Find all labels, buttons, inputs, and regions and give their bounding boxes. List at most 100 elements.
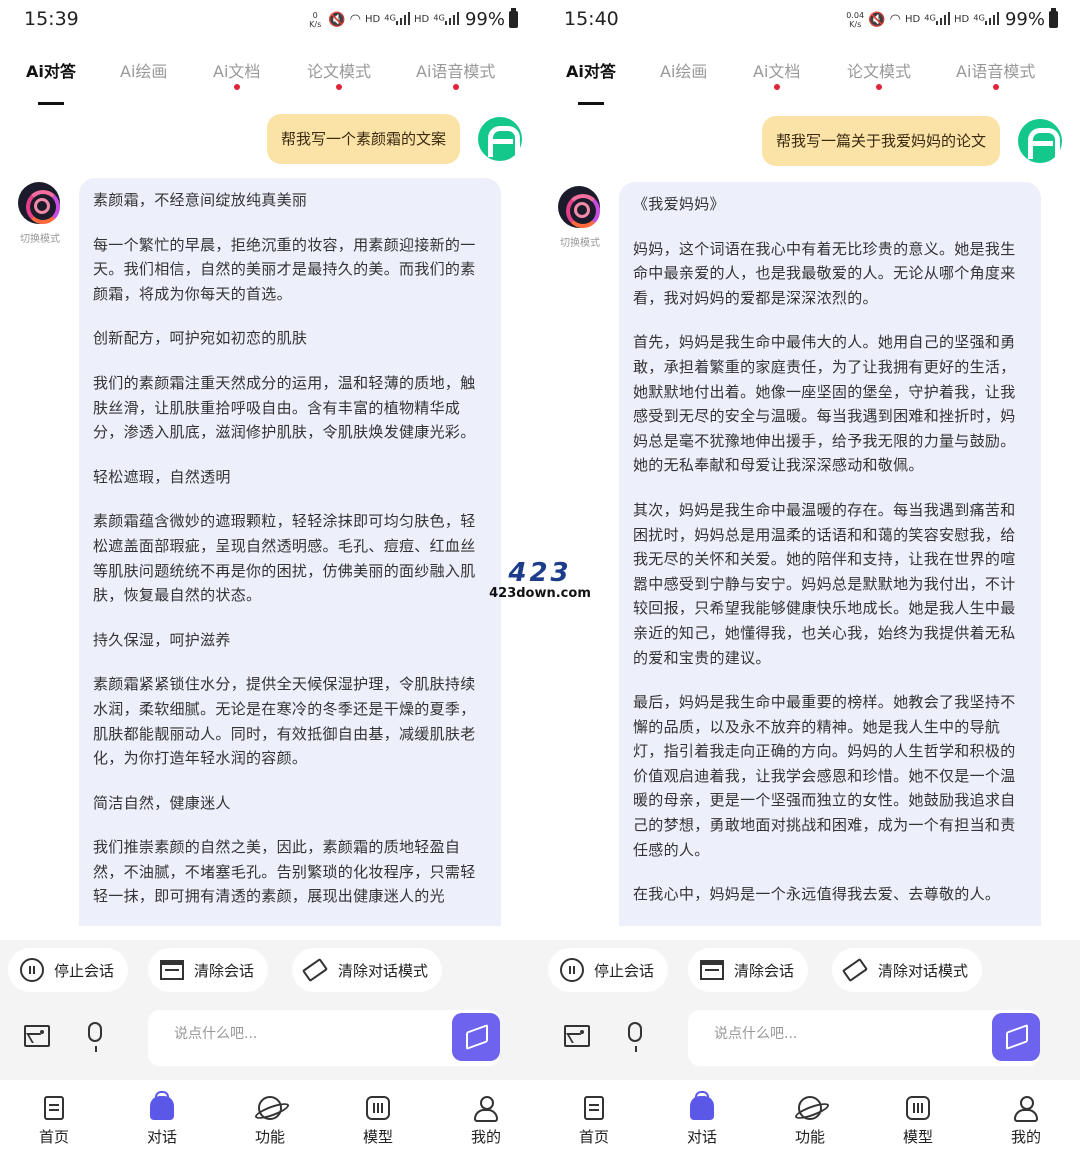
clear-dialog-mode-button[interactable]: 清除对话模式: [832, 948, 983, 992]
pause-circle-icon: [560, 958, 584, 982]
image-icon[interactable]: [24, 1025, 50, 1047]
active-tab-indicator: [577, 102, 604, 105]
tab-dot: [336, 84, 342, 90]
wifi-icon: ◠: [349, 12, 361, 27]
nav-home[interactable]: 首页: [24, 1096, 84, 1147]
bot-paragraph: 简洁自然，健康迷人: [93, 793, 231, 812]
action-bar: 停止会话 清除会话 清除对话模式: [0, 940, 540, 1000]
microphone-icon[interactable]: [628, 1022, 642, 1052]
phone-screen-left: 15:39 0 K/s 🔇 ◠ HD 4G HD 4G 99% Ai对答 Ai绘画…: [0, 0, 540, 1159]
bot-avatar[interactable]: [558, 186, 600, 228]
bot-paragraph: 每一个繁忙的早晨，拒绝沉重的妆容，用素颜迎接新的一天。我们相信，自然的美丽才是最…: [93, 235, 476, 303]
user-message-row: 帮我写一篇关于我爱妈妈的论文: [761, 114, 1062, 168]
stop-session-button[interactable]: 停止会话: [548, 948, 669, 992]
tab-ai-drawing[interactable]: Ai绘画: [120, 58, 167, 82]
nav-mine[interactable]: 我的: [456, 1096, 516, 1147]
bot-avatar[interactable]: [18, 182, 60, 224]
signal-icon-1: 4G: [924, 11, 950, 28]
phone-screen-right: 15:40 0.04 K/s 🔇 ◠ HD 4G HD 4G 99% Ai对答 A…: [540, 0, 1080, 1159]
tab-paper-mode[interactable]: 论文模式: [847, 58, 911, 90]
planet-icon: [258, 1096, 282, 1120]
model-icon: [906, 1096, 930, 1120]
nav-features[interactable]: 功能: [240, 1096, 300, 1147]
status-bar: 15:40 0.04 K/s 🔇 ◠ HD 4G HD 4G 99%: [540, 0, 1080, 40]
network-speed: 0.04 K/s: [846, 10, 865, 29]
message-input[interactable]: [714, 1026, 974, 1042]
nav-chat[interactable]: 对话: [132, 1091, 192, 1147]
action-bar: 停止会话 清除会话 清除对话模式: [540, 940, 1080, 1000]
tab-ai-qa[interactable]: Ai对答: [26, 58, 76, 105]
bot-paragraph: 最后，妈妈是我生命中最重要的榜样。她教会了我坚持不懈的品质，以及永不放弃的精神。…: [633, 693, 1016, 859]
tab-dot: [876, 84, 882, 90]
tab-ai-voice-mode[interactable]: Ai语音模式: [416, 58, 495, 90]
bot-paragraph: 妈妈，这个词语在我心中有着无比珍贵的意义。她是我生命中最亲爱的人，也是我最敬爱的…: [633, 239, 1016, 307]
nav-features[interactable]: 功能: [780, 1096, 840, 1147]
user-avatar[interactable]: [478, 117, 522, 161]
switch-mode-label[interactable]: 切换模式: [550, 234, 610, 249]
network-speed: 0 K/s: [309, 10, 322, 29]
bot-message-bubble: 《我爱妈妈》 妈妈，这个词语在我心中有着无比珍贵的意义。她是我生命中最亲爱的人，…: [619, 182, 1041, 926]
user-avatar[interactable]: [1018, 119, 1062, 163]
mute-icon: 🔇: [328, 11, 346, 28]
microphone-icon[interactable]: [88, 1022, 102, 1052]
clear-session-button[interactable]: 清除会话: [688, 948, 809, 992]
bottom-nav: 首页 对话 功能 模型 我的: [0, 1080, 540, 1159]
bot-paragraph: 我们推崇素颜的自然之美，因此，素颜霜的质地轻盈自然，不油腻，不堵塞毛孔。告别繁琐…: [93, 838, 476, 906]
trash-icon: [160, 960, 184, 980]
image-icon[interactable]: [564, 1025, 590, 1047]
status-icons: 0 K/s 🔇 ◠ HD 4G HD 4G 99%: [306, 8, 518, 30]
battery-percent: 99%: [464, 9, 505, 30]
bot-paragraph: 在我心中，妈妈是一个永远值得我去爱、去尊敬的人。: [633, 885, 1001, 904]
nav-home[interactable]: 首页: [564, 1096, 624, 1147]
bot-paragraph: 素颜霜紧紧锁住水分，提供全天候保湿护理，令肌肤持续水润，柔软细腻。无论是在寒冷的…: [93, 675, 476, 768]
bot-message-bubble: 素颜霜，不经意间绽放纯真美丽 每一个繁忙的早晨，拒绝沉重的妆容，用素颜迎接新的一…: [79, 178, 501, 926]
signal-icon-1: 4G: [384, 11, 410, 28]
status-time: 15:39: [24, 8, 79, 30]
send-button[interactable]: [992, 1013, 1040, 1061]
watermark-url: 423down.com: [489, 586, 591, 601]
hd-label-1: HD: [904, 14, 921, 25]
bot-paragraph: 首先，妈妈是我生命中最伟大的人。她用自己的坚强和勇敢，承担着繁重的家庭责任，为了…: [633, 333, 1016, 475]
tab-paper-mode[interactable]: 论文模式: [307, 58, 371, 90]
send-button[interactable]: [452, 1013, 500, 1061]
document-icon: [44, 1096, 64, 1120]
signal-icon-2: 4G: [433, 11, 459, 28]
stop-session-button[interactable]: 停止会话: [8, 948, 129, 992]
tab-ai-document[interactable]: Ai文档: [213, 58, 260, 90]
bot-paragraph: 其次，妈妈是我生命中最温暖的存在。每当我遇到痛苦和困扰时，妈妈总是用温柔的话语和…: [633, 500, 1016, 667]
mode-tabs: Ai对答 Ai绘画 Ai文档 论文模式 Ai语音模式: [540, 56, 1080, 106]
user-icon: [473, 1096, 499, 1122]
bot-paragraph: 创新配方，呵护宛如初恋的肌肤: [93, 329, 308, 348]
planet-icon: [798, 1096, 822, 1120]
tab-ai-document[interactable]: Ai文档: [753, 58, 800, 90]
user-message-row: 帮我写一个素颜霜的文案: [266, 112, 522, 166]
site-watermark: 423 423down.com: [488, 560, 592, 604]
nav-chat[interactable]: 对话: [672, 1091, 732, 1147]
hd-label-2: HD: [413, 14, 430, 25]
eraser-icon: [301, 957, 329, 983]
tab-ai-voice-mode[interactable]: Ai语音模式: [956, 58, 1035, 90]
tab-ai-qa[interactable]: Ai对答: [566, 58, 616, 105]
input-row: [0, 1000, 540, 1080]
tab-ai-drawing[interactable]: Ai绘画: [660, 58, 707, 82]
input-row: [540, 1000, 1080, 1080]
hd-label-1: HD: [364, 14, 381, 25]
switch-mode-label[interactable]: 切换模式: [10, 230, 70, 245]
document-icon: [584, 1096, 604, 1120]
pause-circle-icon: [20, 958, 44, 982]
nav-model[interactable]: 模型: [888, 1096, 948, 1147]
message-input-box: [688, 1010, 1040, 1066]
clear-session-button[interactable]: 清除会话: [148, 948, 269, 992]
message-input-box: [148, 1010, 500, 1066]
message-input[interactable]: [174, 1026, 434, 1042]
nav-mine[interactable]: 我的: [996, 1096, 1056, 1147]
chat-bag-icon: [690, 1091, 714, 1120]
watermark-logo: 423: [508, 558, 572, 588]
chat-bag-icon: [150, 1091, 174, 1120]
tab-dot: [773, 84, 780, 90]
clear-dialog-mode-button[interactable]: 清除对话模式: [292, 948, 443, 992]
bot-paragraph: 轻松遮瑕，自然透明: [93, 467, 231, 486]
nav-model[interactable]: 模型: [348, 1096, 408, 1147]
mute-icon: 🔇: [868, 11, 886, 28]
status-bar: 15:39 0 K/s 🔇 ◠ HD 4G HD 4G 99%: [0, 0, 540, 40]
